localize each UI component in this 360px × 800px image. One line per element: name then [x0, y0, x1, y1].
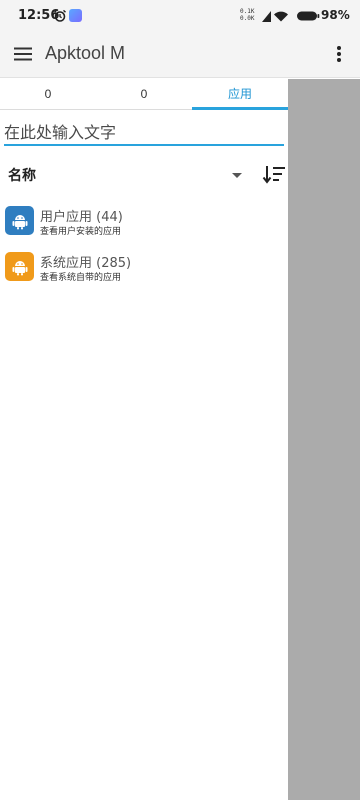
network-speed: 0.1K 0.0K	[240, 8, 255, 22]
app-title: Apktool M	[45, 43, 126, 63]
more-vert-icon	[337, 46, 341, 62]
hamburger-icon	[14, 47, 32, 61]
more-options-button[interactable]	[328, 41, 350, 67]
sort-row: 名称	[0, 162, 288, 188]
sort-order-icon[interactable]	[262, 164, 286, 186]
search-underline	[4, 144, 284, 146]
signal-icon	[262, 11, 271, 22]
android-icon	[5, 252, 34, 281]
android-icon	[5, 206, 34, 235]
battery-percent: 98%	[321, 8, 350, 22]
status-bar: 12:56 0.1K 0.0K 98%	[0, 0, 360, 32]
alarm-icon	[54, 9, 66, 22]
search-input[interactable]	[4, 119, 284, 145]
list-item-system-apps[interactable]: 系统应用 (285) 查看系统自带的应用	[0, 250, 288, 290]
battery-icon	[297, 11, 320, 21]
item-title: 用户应用 (44)	[40, 210, 123, 225]
item-subtitle: 查看用户安装的应用	[40, 227, 122, 237]
tab-0-second[interactable]: 0	[96, 79, 192, 110]
list-item-user-apps[interactable]: 用户应用 (44) 查看用户安装的应用	[0, 204, 288, 244]
dropdown-arrow-icon[interactable]	[230, 169, 244, 181]
item-title: 系统应用 (285)	[40, 256, 132, 271]
app-bar: Apktool M	[0, 32, 360, 78]
tab-0-first[interactable]: 0	[0, 79, 96, 110]
status-icons	[262, 11, 320, 22]
drawer-scrim[interactable]	[288, 79, 360, 800]
notification-app-icon	[69, 9, 82, 22]
sort-by-label[interactable]: 名称	[8, 165, 36, 185]
search-field	[4, 119, 284, 147]
menu-button[interactable]	[10, 41, 36, 67]
apps-panel: 0 0 应用 名称	[0, 79, 288, 800]
item-subtitle: 查看系统自带的应用	[40, 273, 122, 283]
wifi-icon	[274, 11, 288, 22]
tab-apps[interactable]: 应用	[192, 79, 288, 110]
tab-indicator	[192, 107, 288, 110]
tab-bar: 0 0 应用	[0, 79, 288, 110]
